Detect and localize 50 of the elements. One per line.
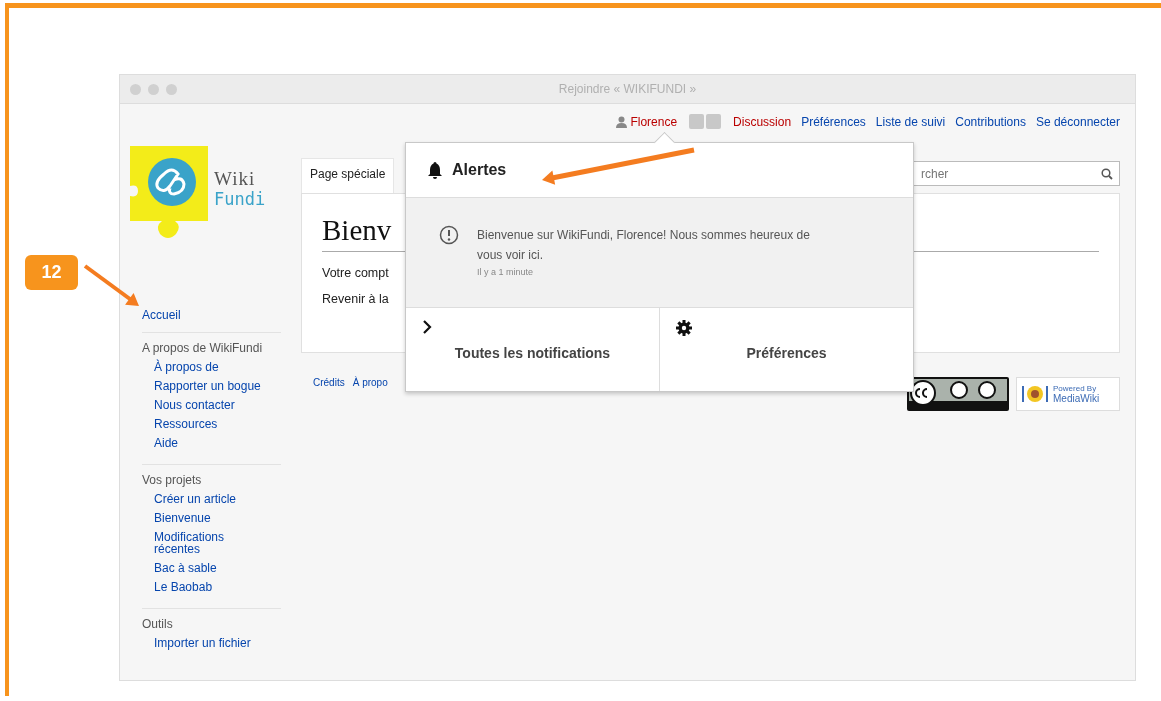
info-icon — [439, 225, 459, 245]
logo-text: Fundi — [214, 190, 266, 208]
step-number-badge: 12 — [25, 255, 78, 290]
zoom-dot-icon[interactable] — [166, 84, 177, 95]
logo-text: Wiki — [214, 168, 257, 190]
sidebar-link[interactable]: Aide — [154, 437, 264, 449]
sidebar-heading: Outils — [142, 617, 174, 631]
personal-link[interactable]: Liste de suivi — [875, 114, 946, 129]
popup-action-button[interactable]: Préférences — [659, 308, 913, 391]
bell-icon — [428, 161, 442, 179]
user-icon — [616, 115, 628, 128]
sidebar-link[interactable]: Créer un article — [154, 493, 264, 505]
minimize-dot-icon[interactable] — [148, 84, 159, 95]
body-text: Votre compt — [322, 266, 389, 280]
sidebar-link[interactable]: Le Baobab — [154, 581, 264, 593]
sunflower-icon — [1021, 384, 1049, 404]
sidebar-link[interactable]: Rapporter un bogue — [154, 380, 264, 392]
footer-link[interactable]: À propo — [352, 377, 388, 411]
sidebar-heading: Vos projets — [142, 473, 203, 487]
popup-action-button[interactable]: Toutes les notifications — [406, 308, 659, 391]
close-dot-icon[interactable] — [130, 84, 141, 95]
sidebar-link[interactable]: À propos de — [154, 361, 264, 373]
notices-badge-icon[interactable] — [706, 114, 722, 129]
sidebar-link[interactable]: Importer un fichier — [154, 637, 264, 649]
gear-icon — [676, 320, 692, 336]
body-text: Revenir à la — [322, 292, 389, 306]
sidebar-link[interactable]: Bienvenue — [154, 512, 264, 524]
alerts-badge-icon[interactable] — [689, 114, 705, 129]
personal-link[interactable]: Préférences — [801, 114, 866, 129]
personal-link[interactable]: Contributions — [955, 114, 1026, 129]
badge-text: MediaWiki — [1053, 394, 1100, 404]
window-title: Rejoindre « WIKIFUNDI » — [558, 82, 697, 96]
sidebar-link[interactable]: Ressources — [154, 418, 264, 430]
popup-title: Alertes — [452, 161, 507, 179]
sidebar-link[interactable]: Nous contacter — [154, 399, 264, 411]
license-badge-icon[interactable] — [907, 377, 1009, 411]
page-tab[interactable]: Page spéciale — [301, 158, 395, 193]
chevron-right-icon — [422, 320, 432, 334]
sidebar-link[interactable]: Accueil — [142, 304, 281, 333]
sidebar-link[interactable]: Bac à sable — [154, 562, 264, 574]
personal-link[interactable]: Discussion — [733, 114, 792, 129]
search-icon[interactable] — [1101, 168, 1113, 180]
badge-text: Powered By — [1053, 384, 1098, 394]
notification-time: Il y a 1 minute — [477, 267, 535, 277]
powered-by-badge[interactable]: Powered By MediaWiki — [1016, 377, 1120, 411]
user-link[interactable]: Florence — [630, 114, 678, 129]
sidebar-heading: A propos de WikiFundi — [142, 341, 264, 355]
footer-link[interactable]: Crédits — [313, 377, 345, 411]
sidebar-link[interactable]: Modifications récentes — [154, 531, 264, 555]
personal-link[interactable]: Se déconnecter — [1035, 114, 1120, 129]
